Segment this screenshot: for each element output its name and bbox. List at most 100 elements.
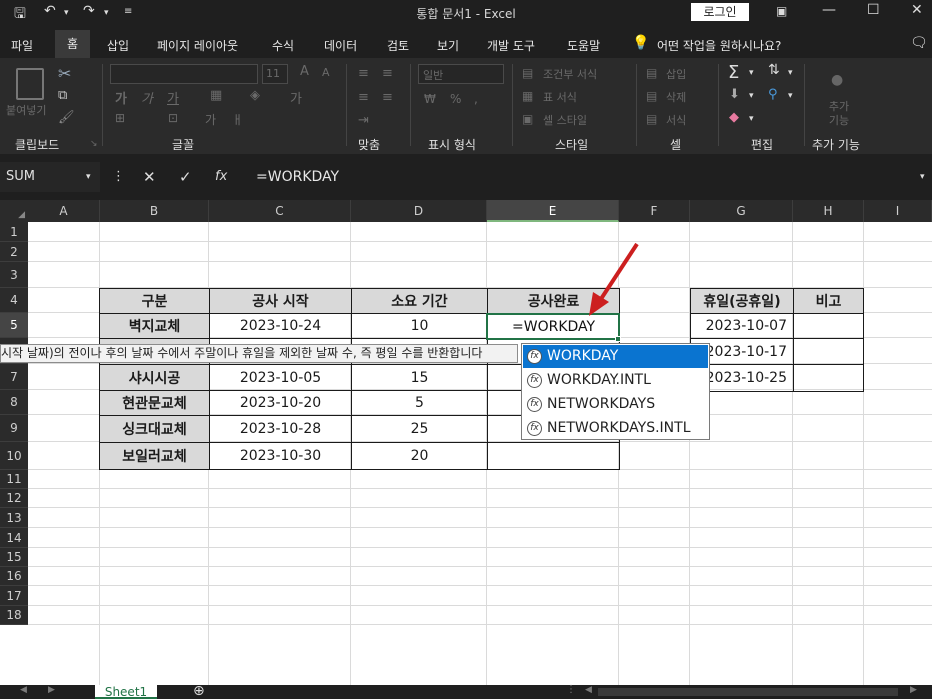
category-cell[interactable]: 싱크대교체 [99,415,210,443]
number-format-box[interactable]: 일반 [418,64,504,84]
find-select-dropdown-icon[interactable]: ▾ [788,91,793,101]
tab-data[interactable]: 데이터 [324,37,357,54]
format-cells-icon[interactable]: ▤ [646,112,657,126]
more-options-icon[interactable]: ⋮ [566,684,576,695]
duration-cell[interactable]: 25 [351,415,488,443]
row-header-3[interactable]: 3 [0,262,28,288]
row-header-7[interactable]: 7 [0,364,28,390]
row-header-5[interactable]: 5 [0,313,28,338]
tell-me-search[interactable]: 어떤 작업을 원하시나요? [657,37,781,54]
row-header-2[interactable]: 2 [0,242,28,262]
column-header-e[interactable]: E [487,200,619,222]
clear-dropdown-icon[interactable]: ▾ [749,114,754,124]
category-cell[interactable]: 벽지교체 [99,313,210,339]
row-header-13[interactable]: 13 [0,508,28,528]
phonetic-icon[interactable]: ㅐ [232,111,243,128]
row-header-18[interactable]: 18 [0,606,28,625]
cut-icon[interactable]: ✂ [58,64,71,83]
horizontal-scrollbar[interactable] [598,688,898,696]
column-header-f[interactable]: F [619,200,690,222]
column-header-a[interactable]: A [28,200,100,222]
font-color-icon[interactable]: 가 [290,88,302,107]
sheet-tab-sheet1[interactable]: Sheet1 [95,685,157,699]
format-painter-icon[interactable]: 🖌 [58,110,75,125]
column-header-i[interactable]: I [864,200,932,222]
scroll-right-icon[interactable]: ▶ [48,685,55,695]
format-table-label[interactable]: 표 서식 [543,89,577,105]
row-header-1[interactable]: 1 [0,222,28,242]
close-icon[interactable]: ✕ [911,2,923,18]
insert-cells-icon[interactable]: ▤ [646,66,657,80]
note-cell[interactable] [793,338,864,365]
conditional-format-label[interactable]: 조건부 서식 [543,66,597,82]
comma-icon[interactable]: , [474,92,478,106]
add-sheet-icon[interactable]: ⊕ [193,683,205,699]
row-header-17[interactable]: 17 [0,586,28,606]
fill-color-icon[interactable]: ◈ [250,88,260,103]
holiday-cell[interactable]: 2023-10-07 [690,313,794,339]
row-header-15[interactable]: 15 [0,548,28,567]
bold-icon[interactable]: 가 [115,88,127,107]
row-header-10[interactable]: 10 [0,442,28,470]
row-header-14[interactable]: 14 [0,528,28,548]
tab-insert[interactable]: 삽입 [107,37,129,54]
border-icon[interactable]: ▦ [210,88,222,103]
tab-file[interactable]: 파일 [11,37,33,54]
category-cell[interactable]: 샤시시공 [99,364,210,391]
completion-cell[interactable] [487,442,620,470]
cell-styles-label[interactable]: 셀 스타일 [543,112,587,128]
align-top-icon[interactable]: ≡ [358,66,369,81]
hscroll-right-icon[interactable]: ▶ [910,685,917,695]
header-category[interactable]: 구분 [99,288,210,314]
header-duration[interactable]: 소요 기간 [351,288,488,314]
tab-review[interactable]: 검토 [387,37,409,54]
column-header-h[interactable]: H [793,200,864,222]
tab-formulas[interactable]: 수식 [272,37,294,54]
tab-page-layout[interactable]: 페이지 레이아웃 [157,37,238,54]
text-color-icon[interactable]: 가 [205,111,216,128]
duration-cell[interactable]: 5 [351,390,488,416]
start-date-cell[interactable]: 2023-10-05 [209,364,352,391]
autocomplete-item-networkdays-intl[interactable]: fx NETWORKDAYS.INTL [523,417,708,440]
scroll-left-icon[interactable]: ◀ [20,685,27,695]
row-header-9[interactable]: 9 [0,415,28,442]
column-header-c[interactable]: C [209,200,351,222]
insert-cells-label[interactable]: 삽입 [666,66,686,82]
clipboard-launcher-icon[interactable]: ↘ [90,139,98,149]
expand-formula-icon[interactable]: ▾ [920,172,925,182]
add-ins-label[interactable]: 추가 기능 [825,100,853,128]
spreadsheet-grid[interactable]: ◢ A B C D E F G H I 12345678910111213141… [0,200,932,685]
name-box-dropdown-icon[interactable]: ▾ [86,162,91,192]
autosum-icon[interactable]: Σ [728,62,739,83]
function-autocomplete[interactable]: fx WORKDAY fx WORKDAY.INTL fx NETWORKDAYS f… [521,343,710,440]
start-date-cell[interactable]: 2023-10-30 [209,442,352,470]
header-holiday[interactable]: 휴일(공휴일) [690,288,794,314]
border-style-icon[interactable]: ⊞ [115,111,125,125]
insert-function-icon[interactable]: fx [215,169,227,184]
align-center-icon[interactable]: ≡ [382,90,393,105]
enter-icon[interactable]: ✓ [179,168,192,186]
start-date-cell[interactable]: 2023-10-20 [209,390,352,416]
copy-icon[interactable]: ⧉ [58,88,67,103]
minimize-icon[interactable]: — [822,2,836,18]
row-header-8[interactable]: 8 [0,390,28,415]
conditional-format-icon[interactable]: ▤ [522,66,533,80]
column-header-g[interactable]: G [690,200,793,222]
duration-cell[interactable]: 10 [351,313,488,339]
restore-icon[interactable]: ☐ [867,2,880,18]
ribbon-display-icon[interactable]: ▣ [776,4,787,18]
autocomplete-item-workday[interactable]: fx WORKDAY [523,345,708,368]
percent-icon[interactable]: % [450,92,461,106]
align-left-icon[interactable]: ≡ [358,90,369,105]
cell-styles-icon[interactable]: ▣ [522,112,533,126]
sort-filter-dropdown-icon[interactable]: ▾ [788,68,793,78]
select-all-corner[interactable]: ◢ [0,200,28,222]
format-table-icon[interactable]: ▦ [522,89,533,103]
delete-cells-icon[interactable]: ▤ [646,89,657,103]
note-cell[interactable] [793,313,864,339]
more-options-icon[interactable]: ⋮ [112,169,125,184]
formula-input[interactable]: =WORKDAY [243,162,932,192]
tab-view[interactable]: 보기 [437,37,459,54]
highlight-icon[interactable]: ⊡ [168,111,178,125]
clear-icon[interactable]: ◆ [729,110,739,125]
